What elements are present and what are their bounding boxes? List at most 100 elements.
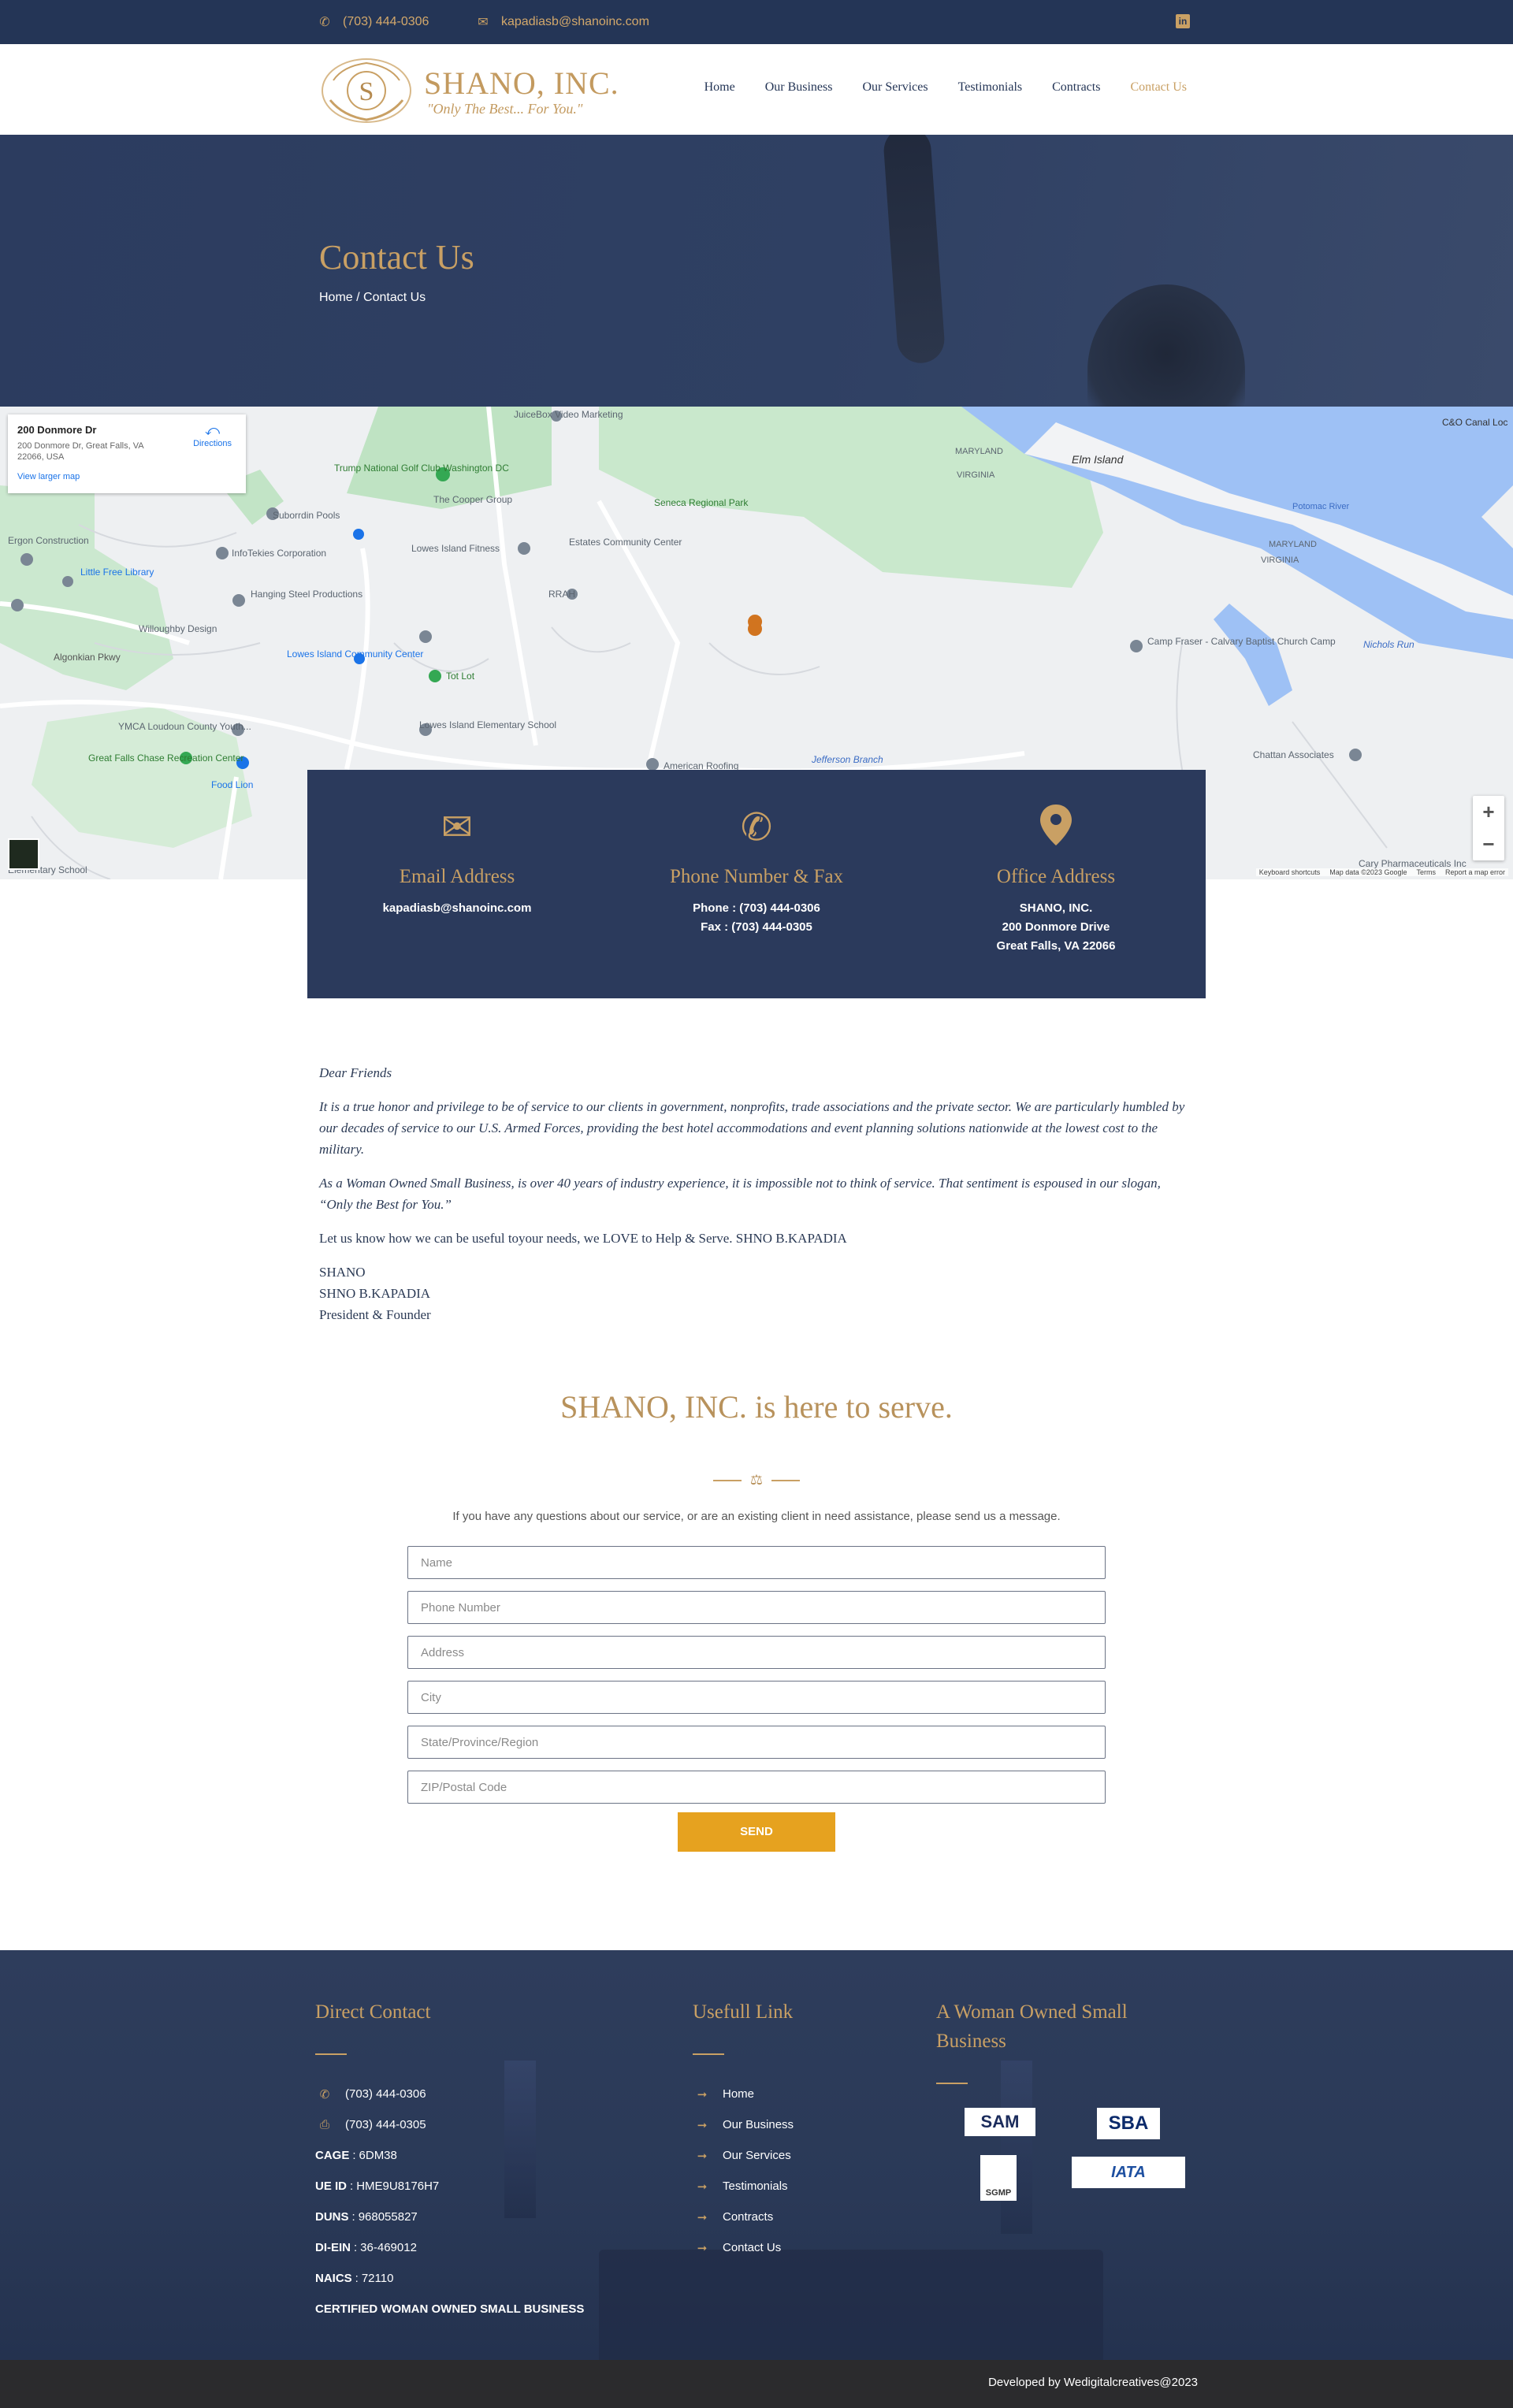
nav-our-services[interactable]: Our Services <box>862 80 928 95</box>
directions-button[interactable]: ⤺ Directions <box>193 422 232 448</box>
nav-testimonials[interactable]: Testimonials <box>958 80 1023 95</box>
sgmp-logo[interactable]: SGMP <box>980 2155 1017 2201</box>
certification-logos: SAM SBA SGMP IATA <box>936 2108 1204 2218</box>
footer-link-contact-us[interactable]: ➞ Contact Us <box>693 2232 794 2263</box>
nav-our-business[interactable]: Our Business <box>765 80 833 95</box>
nav-home[interactable]: Home <box>704 80 735 95</box>
map-attribution: Keyboard shortcuts Map data ©2023 Google… <box>1255 868 1508 876</box>
letter-paragraph: Let us know how we can be useful toyour … <box>319 1231 847 1246</box>
arrow-right-icon: ➞ <box>697 2210 708 2224</box>
zoom-out-button[interactable]: − <box>1473 828 1504 860</box>
svg-text:Hanging Steel Productions: Hanging Steel Productions <box>251 589 362 600</box>
footer-link-home[interactable]: ➞ Home <box>693 2079 794 2109</box>
svg-text:YMCA Loudoun County Youth...: YMCA Loudoun County Youth... <box>118 721 251 732</box>
linkedin-icon[interactable]: in <box>1176 14 1190 28</box>
svg-text:Suborrdin Pools: Suborrdin Pools <box>273 510 340 521</box>
contact-info-box: ✉ Email Address kapadiasb@shanoinc.com ✆… <box>307 770 1206 998</box>
svg-text:Potomac River: Potomac River <box>1292 502 1349 511</box>
arrow-right-icon: ➞ <box>697 2179 708 2194</box>
footer-direct-title: Direct Contact <box>315 2001 431 2023</box>
svg-text:Nichols Run: Nichols Run <box>1363 639 1414 650</box>
state-field[interactable] <box>407 1726 1106 1759</box>
footer-link-label: Home <box>723 2087 755 2101</box>
topbar-phone-text: (703) 444-0306 <box>343 15 429 28</box>
map-card-address: 200 Donmore Dr, Great Falls, VA 22066, U… <box>17 441 143 462</box>
detail-label: CAGE <box>315 2149 350 2162</box>
zoom-in-button[interactable]: + <box>1473 796 1504 828</box>
developer-credit[interactable]: Developed by Wedigitalcreatives@2023 <box>988 2376 1198 2389</box>
contact-form <box>407 1546 1106 1815</box>
footer-useful-links: Usefull Link ➞ Home ➞ Our Business ➞ Our Se… <box>693 1997 794 2263</box>
detail-value: HME9U8176H7 <box>356 2179 440 2193</box>
terms-link[interactable]: Terms <box>1416 868 1436 876</box>
footer-certified: CERTIFIED WOMAN OWNED SMALL BUSINESS <box>315 2294 584 2324</box>
footer-wosb: A Woman Owned Small Business SAM SBA SGM… <box>936 1997 1196 2218</box>
breadcrumb[interactable]: Home / Contact Us <box>319 291 426 305</box>
info-fax-value: Fax : (703) 444-0305 <box>701 920 812 934</box>
logo-emblem[interactable]: S <box>319 57 414 124</box>
info-address-line2: 200 Donmore Drive <box>1002 920 1110 934</box>
detail-label: DUNS <box>315 2210 349 2224</box>
city-field[interactable] <box>407 1681 1106 1714</box>
name-field[interactable] <box>407 1546 1106 1579</box>
svg-text:Tot Lot: Tot Lot <box>446 671 475 682</box>
info-address-line1: SHANO, INC. <box>1019 901 1093 915</box>
topbar-email[interactable]: ✉ kapadiasb@shanoinc.com <box>476 14 649 30</box>
address-field[interactable] <box>407 1636 1106 1669</box>
nav-contact-us[interactable]: Contact Us <box>1130 80 1187 95</box>
page-hero: Contact Us Home / Contact Us <box>0 135 1513 407</box>
map-data-text: Map data ©2023 Google <box>1329 868 1407 876</box>
footer-wosb-title: A Woman Owned Small Business <box>936 2001 1128 2052</box>
nav-contracts[interactable]: Contracts <box>1052 80 1100 95</box>
info-phone-value[interactable]: Phone : (703) 444-0306 <box>607 899 906 918</box>
svg-text:Ergon Construction: Ergon Construction <box>8 535 89 546</box>
svg-text:Seneca Regional Park: Seneca Regional Park <box>654 497 749 508</box>
keyboard-shortcuts-link[interactable]: Keyboard shortcuts <box>1259 868 1321 876</box>
svg-text:Trump National Golf Club Washi: Trump National Golf Club Washington DC <box>334 463 509 474</box>
send-button[interactable]: SEND <box>678 1812 835 1852</box>
info-phone-title: Phone Number & Fax <box>669 866 844 887</box>
svg-text:Willoughby Design: Willoughby Design <box>139 623 217 634</box>
page: ✆ (703) 444-0306 ✉ kapadiasb@shanoinc.co… <box>0 0 1513 2408</box>
logo-name[interactable]: SHANO, INC. <box>424 65 619 102</box>
satellite-toggle[interactable] <box>8 838 39 870</box>
site-header: S SHANO, INC. "Only The Best... For You.… <box>0 44 1513 135</box>
envelope-icon: ✉ <box>478 16 489 29</box>
iata-logo[interactable]: IATA <box>1072 2157 1185 2188</box>
view-larger-map-link[interactable]: View larger map <box>17 472 236 481</box>
detail-value: 968055827 <box>358 2210 418 2224</box>
footer-link-our-business[interactable]: ➞ Our Business <box>693 2109 794 2140</box>
footer-link-our-services[interactable]: ➞ Our Services <box>693 2140 794 2171</box>
hero-statue-head <box>1087 284 1245 407</box>
footer-detail: CAGE: 6DM38 <box>315 2149 397 2162</box>
sam-logo[interactable]: SAM <box>965 2108 1035 2136</box>
footer-phone-text: (703) 444-0306 <box>345 2087 426 2101</box>
letter-salutation: Dear Friends <box>319 1065 392 1080</box>
phone-icon: ✆ <box>319 2087 330 2101</box>
svg-text:Jefferson Branch: Jefferson Branch <box>811 754 883 765</box>
footer-link-label: Our Services <box>723 2149 791 2162</box>
topbar-email-text: kapadiasb@shanoinc.com <box>501 15 649 28</box>
logo-tagline: "Only The Best... For You." <box>427 101 583 117</box>
sba-logo[interactable]: SBA <box>1097 2108 1160 2139</box>
envelope-icon: ✉ <box>441 807 474 849</box>
letter-signature-name: SHANO <box>319 1265 366 1280</box>
svg-text:Lowes Island Community Center: Lowes Island Community Center <box>287 648 423 660</box>
info-email-value[interactable]: kapadiasb@shanoinc.com <box>307 899 607 918</box>
info-address-title: Office Address <box>996 866 1116 887</box>
footer-fax: ⎙ (703) 444-0305 <box>315 2109 584 2140</box>
zip-field[interactable] <box>407 1771 1106 1804</box>
phone-field[interactable] <box>407 1591 1106 1624</box>
fax-icon: ⎙ <box>319 2118 329 2131</box>
phone-icon: ✆ <box>740 807 773 849</box>
arrow-right-icon: ➞ <box>697 2149 708 2163</box>
footer-link-contracts[interactable]: ➞ Contracts <box>693 2202 794 2232</box>
svg-text:The Cooper Group: The Cooper Group <box>433 494 512 505</box>
report-map-error-link[interactable]: Report a map error <box>1445 868 1505 876</box>
footer-phone[interactable]: ✆ (703) 444-0306 <box>315 2079 584 2109</box>
svg-text:JuiceBox Video Marketing: JuiceBox Video Marketing <box>514 409 623 420</box>
footer-link-testimonials[interactable]: ➞ Testimonials <box>693 2171 794 2202</box>
ornament-divider: ⚖ <box>713 1472 800 1488</box>
topbar-phone[interactable]: ✆ (703) 444-0306 <box>318 14 429 30</box>
svg-text:Little Free Library: Little Free Library <box>80 567 154 578</box>
